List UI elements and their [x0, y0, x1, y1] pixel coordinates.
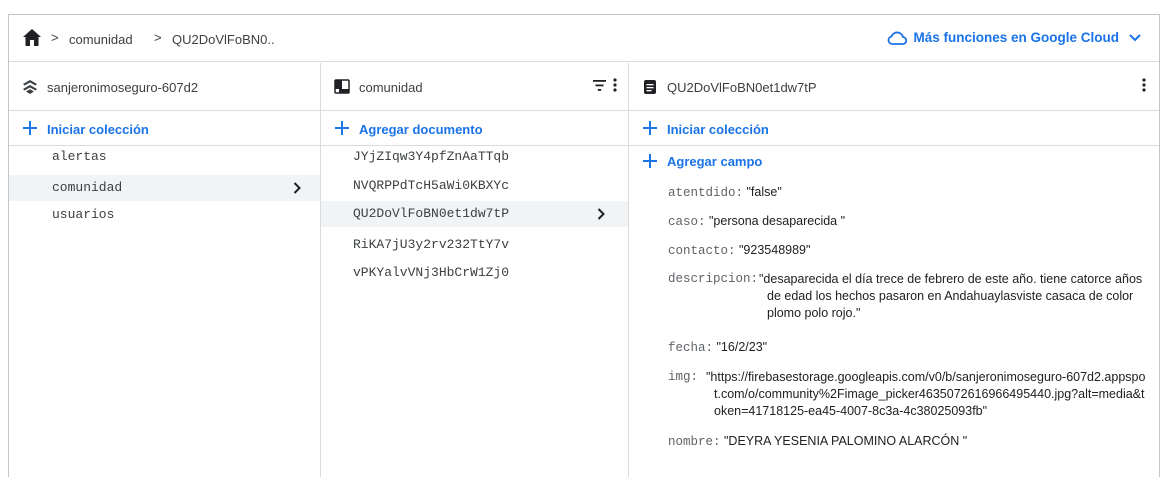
project-column-header: sanjeronimoseguro-607d2	[9, 63, 320, 111]
document-column-header: QU2DoVlFoBN0et1dw7tP	[629, 63, 1159, 111]
collection-column-header: comunidad	[321, 63, 628, 111]
field-atentdido[interactable]: atentdido: "false"	[668, 185, 782, 200]
document-icon	[644, 80, 656, 94]
field-value: "DEYRA YESENIA PALOMINO ALARCÓN "	[724, 434, 968, 448]
field-value: "16/2/23"	[716, 340, 768, 354]
field-fecha[interactable]: fecha: "16/2/23"	[668, 340, 767, 355]
field-caso[interactable]: caso: "persona desaparecida "	[668, 214, 845, 229]
firestore-viewer: > comunidad > QU2DoVlFoBN0.. Más funcion…	[8, 14, 1160, 477]
field-nombre[interactable]: nombre: "DEYRA YESENIA PALOMINO ALARCÓN …	[668, 434, 967, 449]
document-item-label: QU2DoVlFoBN0et1dw7tP	[353, 206, 510, 221]
add-field-button[interactable]: Agregar campo	[643, 152, 843, 172]
field-key: contacto:	[668, 244, 736, 258]
field-value: "https://firebasestorage.googleapis.com/…	[706, 370, 1146, 418]
breadcrumb-item-document[interactable]: QU2DoVlFoBN0..	[172, 32, 275, 47]
chevron-down-icon	[1129, 33, 1141, 41]
breadcrumb-bar: > comunidad > QU2DoVlFoBN0.. Más funcion…	[9, 15, 1159, 62]
more-vert-icon[interactable]	[1142, 78, 1146, 92]
chevron-right-icon	[597, 208, 605, 220]
collection-item-alertas[interactable]: alertas	[52, 149, 107, 164]
breadcrumb-separator: >	[51, 30, 59, 45]
plus-icon	[23, 121, 37, 135]
field-value: "923548989"	[739, 243, 811, 257]
breadcrumb-separator: >	[154, 30, 162, 45]
chevron-right-icon	[293, 182, 301, 194]
document-title: QU2DoVlFoBN0et1dw7tP	[667, 80, 817, 95]
collection-title: comunidad	[359, 80, 423, 95]
home-icon[interactable]	[23, 29, 41, 46]
document-item[interactable]: vPKYalvVNj3HbCrW1Zj0	[353, 265, 509, 280]
plus-icon	[643, 154, 657, 168]
field-key: descripcion:	[668, 272, 759, 286]
cloud-icon	[888, 31, 908, 45]
field-value: "desaparecida el día trece de febrero de…	[759, 272, 1143, 320]
project-title: sanjeronimoseguro-607d2	[47, 80, 199, 95]
collection-item-usuarios[interactable]: usuarios	[52, 207, 114, 222]
document-item[interactable]: NVQRPPdTcH5aWi0KBXYc	[353, 178, 509, 193]
firestore-project-icon	[23, 80, 37, 94]
field-key: nombre:	[668, 435, 721, 449]
document-item[interactable]: JYjZIqw3Y4pfZnAaTTqb	[353, 149, 509, 164]
start-collection-button[interactable]: Iniciar colección	[9, 112, 320, 146]
document-item-selected[interactable]: QU2DoVlFoBN0et1dw7tP	[321, 201, 628, 227]
plus-icon	[643, 121, 657, 135]
add-document-label: Agregar documento	[359, 122, 483, 137]
start-subcollection-button[interactable]: Iniciar colección	[629, 112, 1159, 146]
field-value: "false"	[746, 185, 782, 199]
collection-icon	[334, 79, 350, 94]
field-value: "persona desaparecida "	[709, 214, 846, 228]
add-document-button[interactable]: Agregar documento	[321, 112, 628, 146]
google-cloud-link[interactable]: Más funciones en Google Cloud	[887, 30, 1141, 45]
collection-item-label: comunidad	[52, 180, 123, 195]
start-collection-label: Iniciar colección	[47, 122, 149, 137]
field-key: img:	[668, 370, 699, 384]
add-field-label: Agregar campo	[667, 154, 763, 169]
breadcrumb-item-comunidad[interactable]: comunidad	[69, 32, 133, 47]
google-cloud-link-label: Más funciones en Google Cloud	[913, 30, 1119, 45]
filter-icon[interactable]	[593, 80, 606, 91]
field-key: caso:	[668, 215, 706, 229]
start-subcollection-label: Iniciar colección	[667, 122, 769, 137]
plus-icon	[335, 121, 349, 135]
more-vert-icon[interactable]	[613, 78, 617, 92]
document-item[interactable]: RiKA7jU3y2rv232TtY7v	[353, 237, 509, 252]
field-key: fecha:	[668, 341, 714, 355]
collection-item-comunidad[interactable]: comunidad	[9, 175, 320, 201]
field-contacto[interactable]: contacto: "923548989"	[668, 243, 810, 258]
field-key: atentdido:	[668, 186, 744, 200]
